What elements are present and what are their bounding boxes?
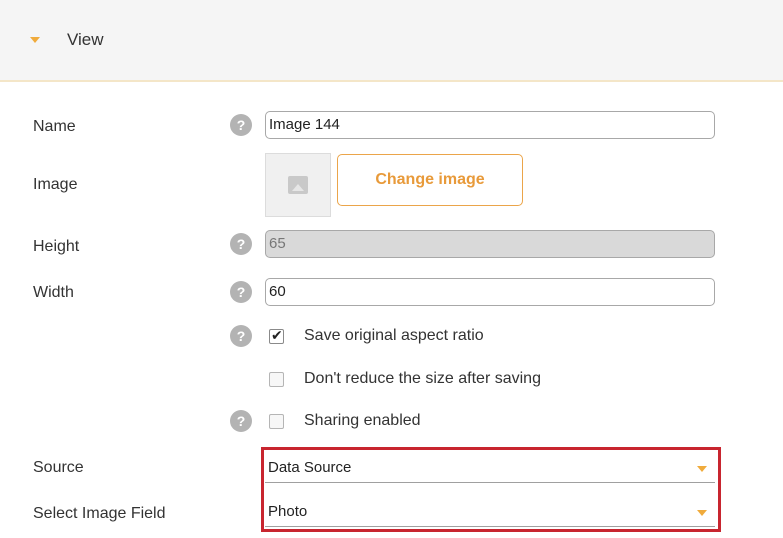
- name-input[interactable]: Image 144: [265, 111, 715, 139]
- height-input: 65: [265, 230, 715, 258]
- section-title: View: [67, 30, 104, 49]
- source-label: Source: [33, 459, 84, 476]
- change-image-button[interactable]: Change image: [337, 154, 523, 206]
- name-label: Name: [33, 118, 76, 135]
- checkmark-icon: ✔: [271, 327, 283, 343]
- width-input[interactable]: 60: [265, 278, 715, 306]
- sharing-checkbox[interactable]: [269, 414, 284, 429]
- no-reduce-label: Don't reduce the size after saving: [304, 370, 541, 387]
- image-placeholder-icon: [288, 176, 308, 194]
- image-label: Image: [33, 176, 78, 193]
- caret-down-icon[interactable]: [30, 37, 40, 43]
- image-field-label: Select Image Field: [33, 505, 166, 522]
- sharing-label: Sharing enabled: [304, 412, 421, 429]
- image-thumbnail: [265, 153, 331, 217]
- help-icon[interactable]: ?: [230, 233, 252, 255]
- view-section-header[interactable]: View: [0, 0, 783, 82]
- no-reduce-checkbox[interactable]: [269, 372, 284, 387]
- aspect-ratio-label: Save original aspect ratio: [304, 327, 484, 344]
- highlight-box: [261, 447, 721, 532]
- help-icon[interactable]: ?: [230, 114, 252, 136]
- width-label: Width: [33, 284, 74, 301]
- help-icon[interactable]: ?: [230, 325, 252, 347]
- aspect-ratio-checkbox[interactable]: ✔: [269, 327, 284, 344]
- help-icon[interactable]: ?: [230, 410, 252, 432]
- help-icon[interactable]: ?: [230, 281, 252, 303]
- height-label: Height: [33, 238, 80, 255]
